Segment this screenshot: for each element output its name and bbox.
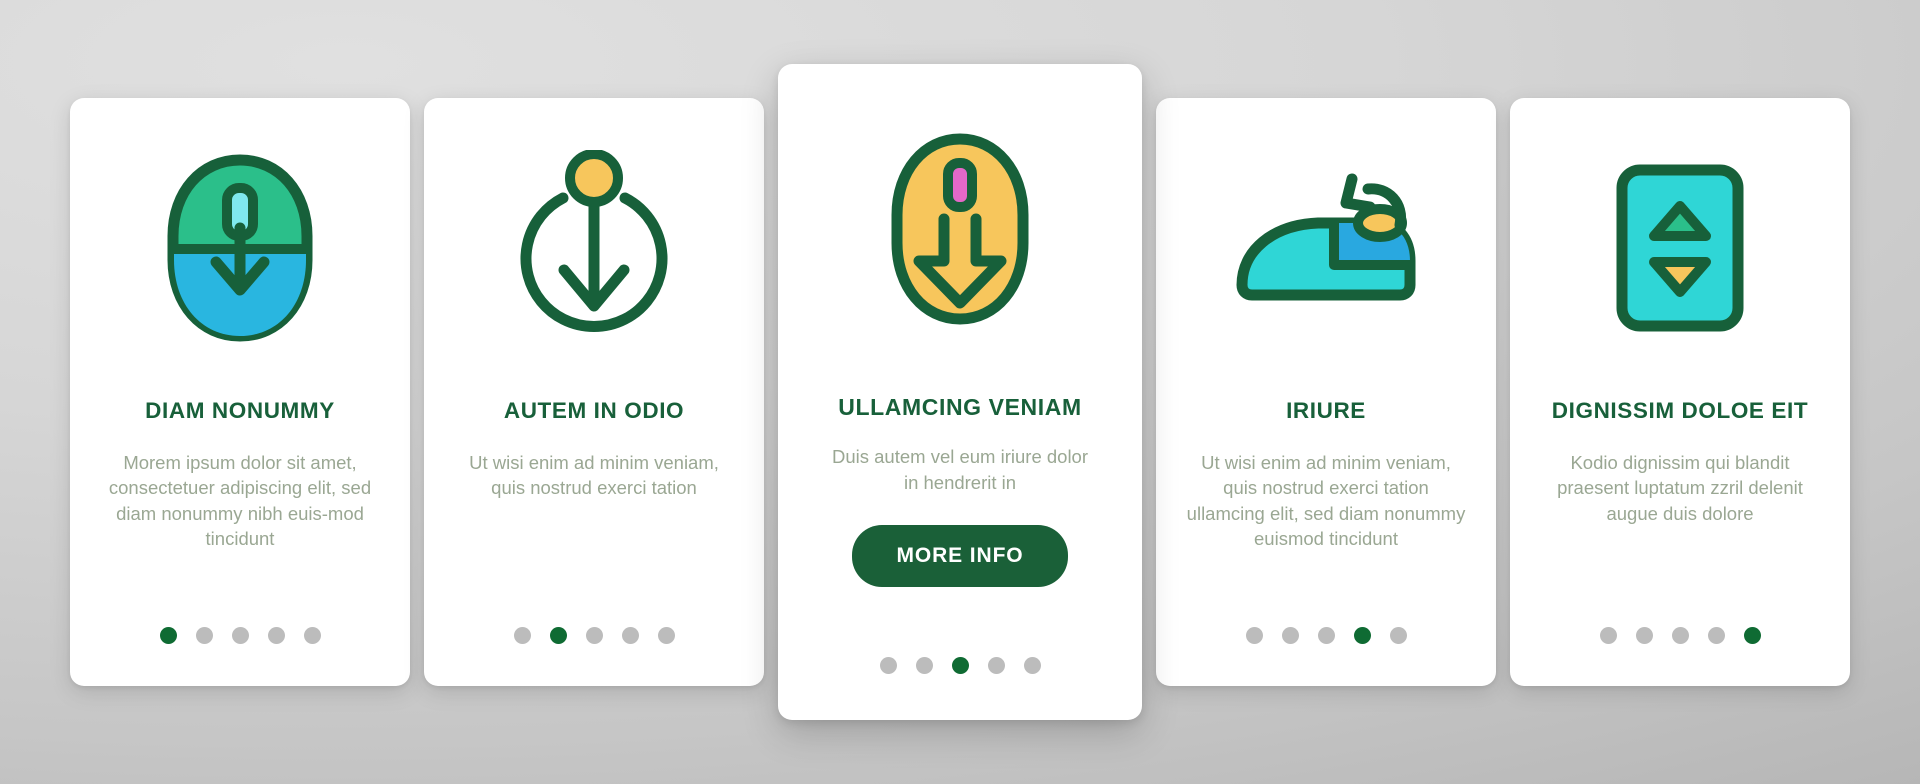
pagination-dot[interactable] [159, 627, 177, 644]
card-title: DIGNISSIM DOLOE EIT [1551, 398, 1809, 423]
pagination-dot[interactable] [1635, 627, 1653, 644]
pagination-dot[interactable] [1317, 627, 1335, 644]
pagination-dot[interactable] [951, 657, 969, 674]
pagination-dot[interactable] [1389, 627, 1407, 644]
onboarding-card-row: DIAM NONUMMY Morem ipsum dolor sit amet,… [0, 0, 1920, 784]
card-body-text: Duis autem vel eum iriure dolor in hendr… [831, 446, 1089, 493]
pagination-dot[interactable] [267, 627, 285, 644]
pagination-dot[interactable] [1023, 657, 1041, 674]
pagination-dot[interactable] [1281, 627, 1299, 644]
more-info-button[interactable]: MORE INFO [852, 525, 1068, 588]
circle-arrow-down-icon-svg [520, 150, 668, 332]
pagination-dot[interactable] [879, 657, 897, 674]
onboarding-card-autem-in-odio[interactable]: AUTEM IN ODIO Ut wisi enim ad minim veni… [424, 98, 764, 686]
pagination-dot[interactable] [549, 627, 567, 644]
onboarding-card-ullamcing-veniam[interactable]: ULLAMCING VENIAM Duis autem vel eum iriu… [778, 64, 1142, 720]
pagination-dot[interactable] [1671, 627, 1689, 644]
mouse-side-scroll-icon-svg [1236, 173, 1416, 301]
pagination-dot[interactable] [231, 627, 249, 644]
onboarding-card-iriure[interactable]: IRIURE Ut wisi enim ad minim veniam, qui… [1156, 98, 1496, 686]
onboarding-card-dignissim-doloe-eit[interactable]: DIGNISSIM DOLOE EIT Kodio dignissim qui … [1510, 98, 1850, 686]
pagination-dots[interactable] [1156, 627, 1496, 644]
pagination-dot[interactable] [1245, 627, 1263, 644]
pagination-dot[interactable] [1743, 627, 1761, 644]
mouse-arrow-down-icon [804, 64, 1116, 394]
card-title: DIAM NONUMMY [145, 398, 335, 423]
card-body-text: Kodio dignissim qui blandit praesent lup… [1557, 451, 1803, 524]
mouse-scroll-down-icon-svg [167, 154, 313, 342]
card-body-text: Ut wisi enim ad minim veniam, quis nostr… [1186, 451, 1466, 550]
pagination-dot[interactable] [1353, 627, 1371, 644]
pagination-dots[interactable] [778, 657, 1142, 674]
mouse-scroll-down-icon [96, 98, 384, 398]
pagination-dot[interactable] [987, 657, 1005, 674]
card-body-text: Ut wisi enim ad minim veniam, quis nostr… [469, 451, 719, 499]
scroll-up-down-panel-icon-svg [1616, 164, 1744, 332]
pagination-dot[interactable] [585, 627, 603, 644]
pagination-dot[interactable] [915, 657, 933, 674]
card-title: IRIURE [1286, 398, 1366, 423]
circle-arrow-down-icon [450, 98, 738, 398]
pagination-dot[interactable] [657, 627, 675, 644]
onboarding-card-diam-nonummy[interactable]: DIAM NONUMMY Morem ipsum dolor sit amet,… [70, 98, 410, 686]
pagination-dot[interactable] [513, 627, 531, 644]
scroll-up-down-panel-icon [1536, 98, 1824, 398]
mouse-arrow-down-icon-svg [891, 133, 1029, 325]
pagination-dot[interactable] [195, 627, 213, 644]
pagination-dots[interactable] [424, 627, 764, 644]
pagination-dot[interactable] [303, 627, 321, 644]
pagination-dot[interactable] [621, 627, 639, 644]
pagination-dot[interactable] [1707, 627, 1725, 644]
pagination-dots[interactable] [70, 627, 410, 644]
card-title: ULLAMCING VENIAM [838, 394, 1082, 420]
card-title: AUTEM IN ODIO [503, 398, 685, 423]
pagination-dots[interactable] [1510, 627, 1850, 644]
pagination-dot[interactable] [1599, 627, 1617, 644]
card-body-text: Morem ipsum dolor sit amet, consectetuer… [108, 451, 372, 550]
mouse-side-scroll-icon [1182, 98, 1470, 398]
